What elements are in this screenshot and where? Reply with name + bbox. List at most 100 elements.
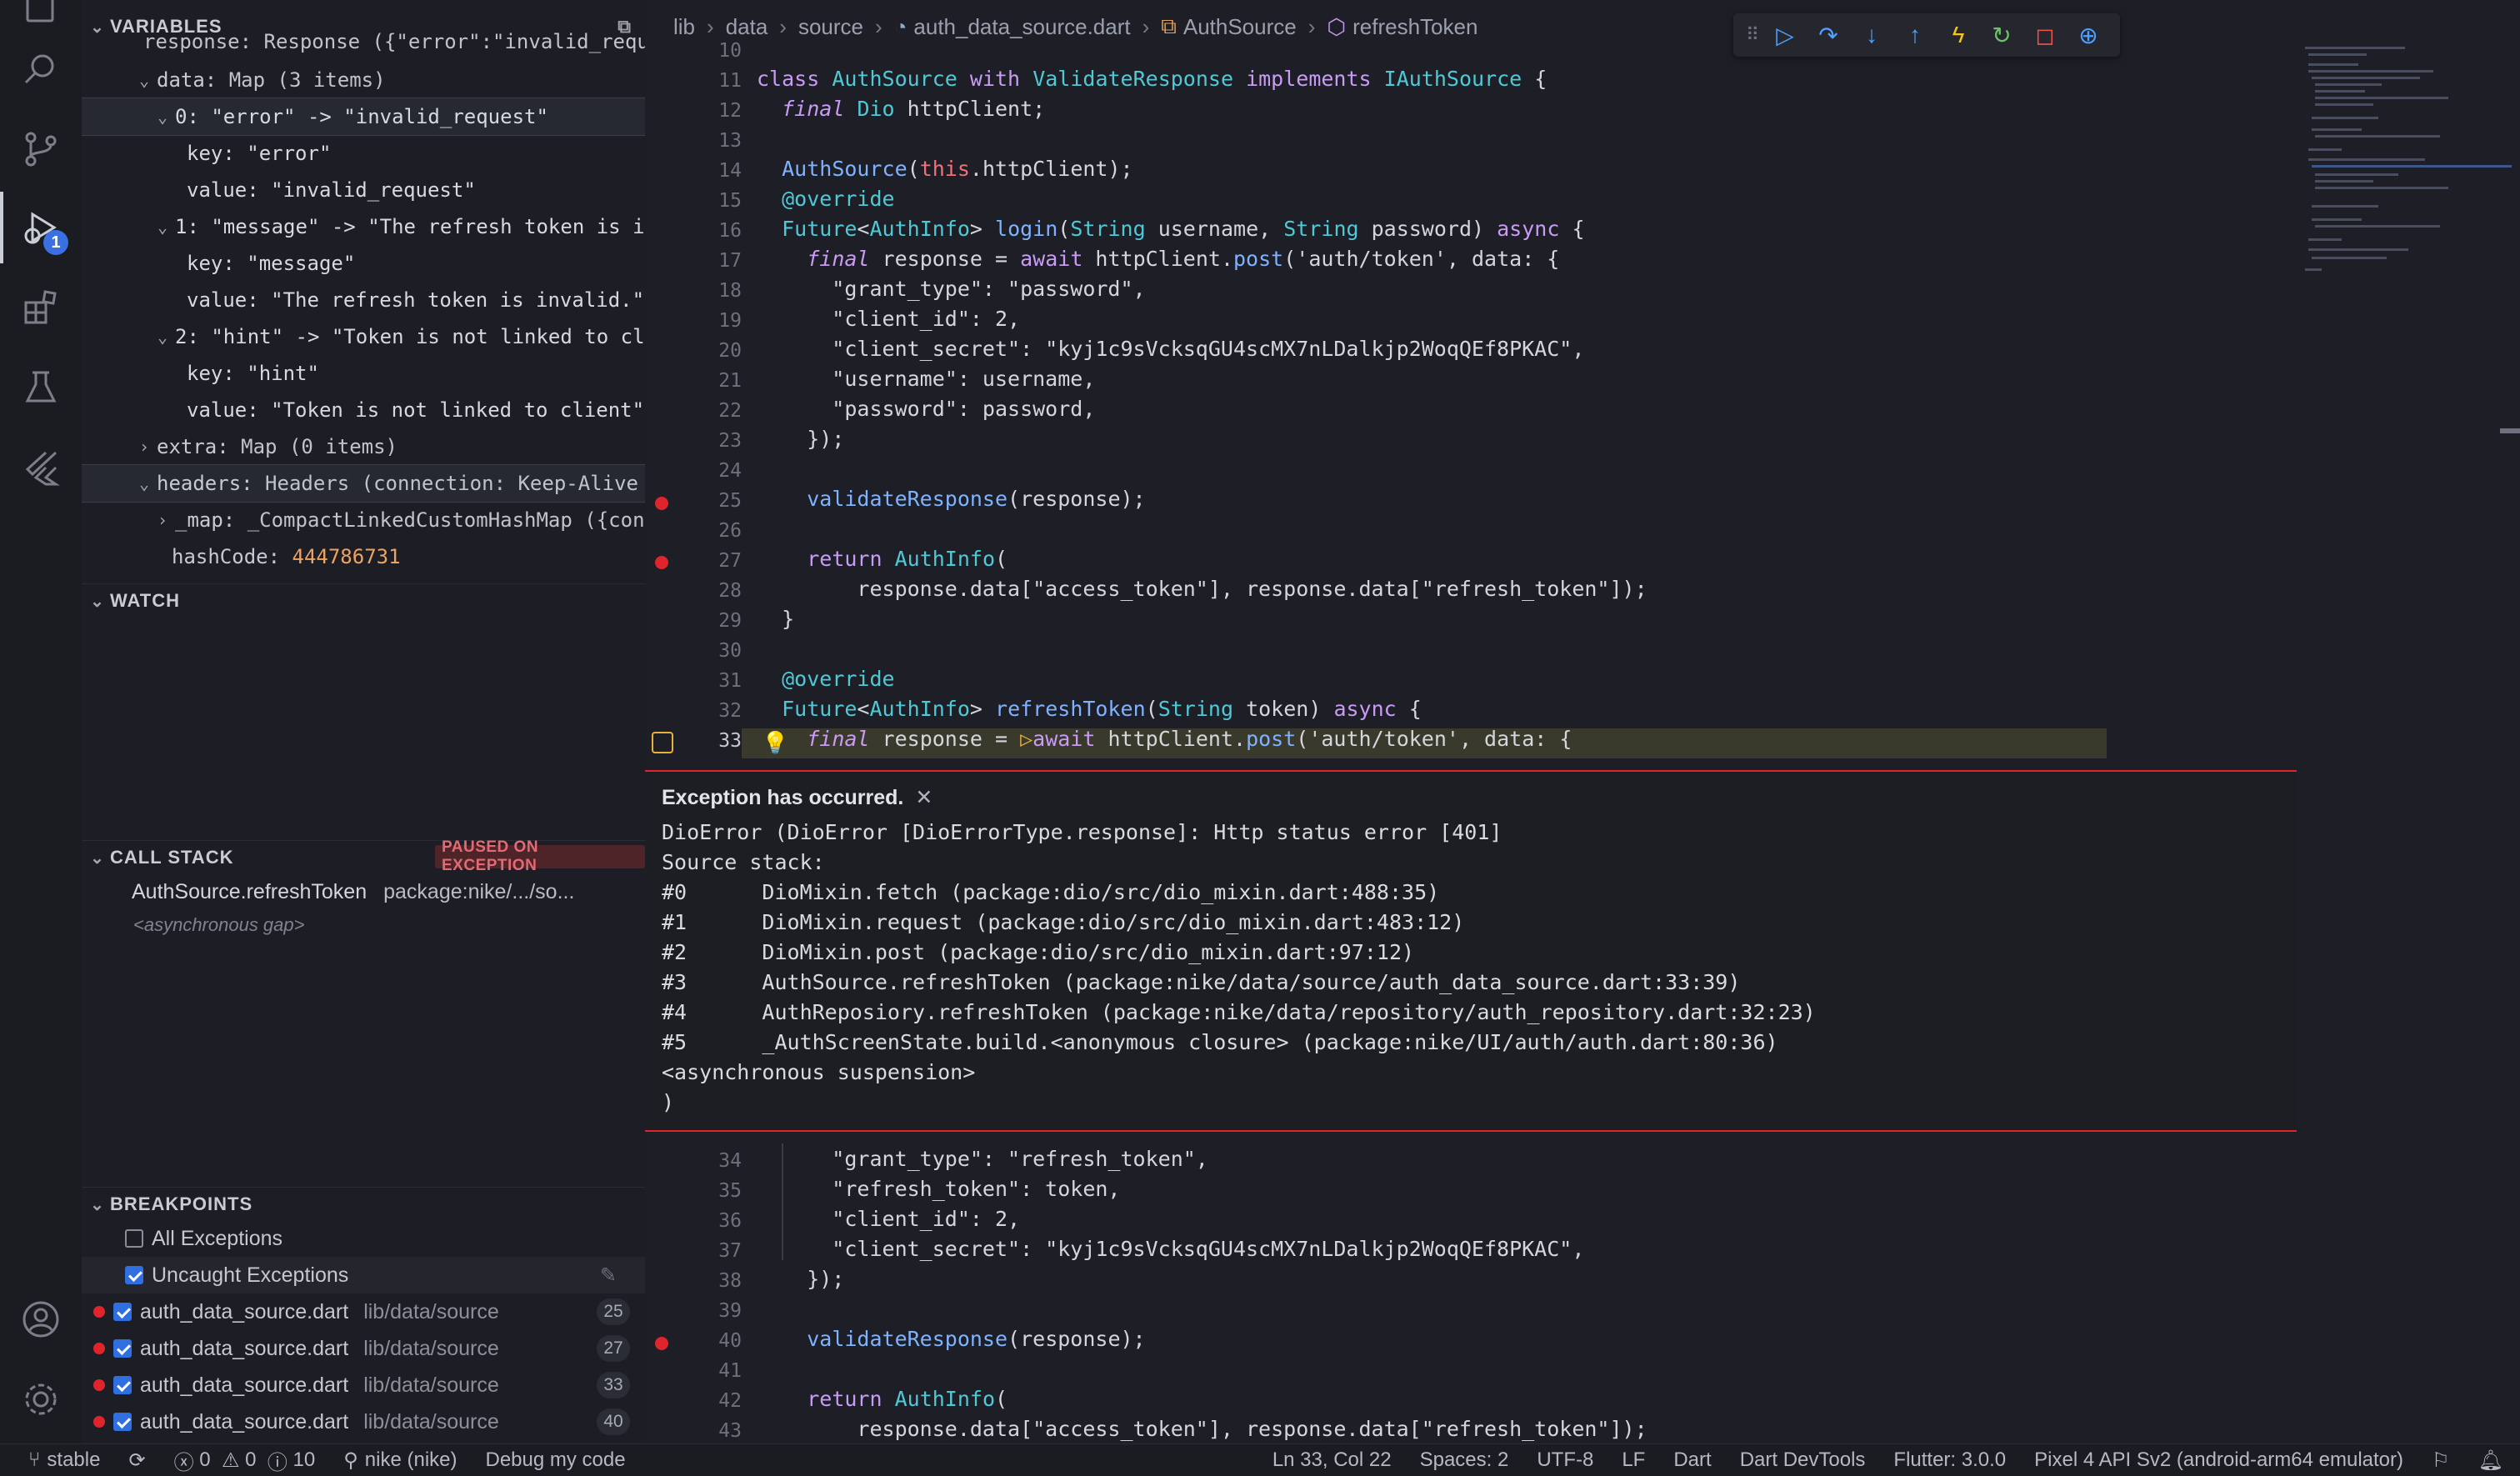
branch-name: stable [47, 1448, 101, 1471]
exception-line: #5 _AuthScreenState.build.<anonymous clo… [662, 1030, 1778, 1054]
line-number: 19 [718, 310, 742, 332]
headers-variable[interactable]: ⌄ headers: Headers (connection: Keep-Aliv… [82, 464, 645, 503]
minimap[interactable] [2297, 42, 2512, 292]
breakpoint-checkbox[interactable] [113, 1376, 132, 1394]
encoding[interactable]: UTF-8 [1537, 1448, 1593, 1472]
breakpoint-row[interactable]: auth_data_source.dart lib/data/source 25 [82, 1293, 645, 1330]
feedback-icon[interactable]: ⚐ [2432, 1448, 2450, 1473]
cursor-position[interactable]: Ln 33, Col 22 [1272, 1448, 1392, 1472]
breakpoint-file: auth_data_source.dart [140, 1373, 349, 1397]
response-variable-text: response: Response ({"error":"invalid_re… [143, 30, 645, 53]
hashcode-value: 444786731 [292, 545, 401, 568]
line-number: 18 [718, 280, 742, 302]
breakpoint-marker-icon[interactable] [655, 497, 668, 510]
step-into-icon[interactable]: ↓ [1850, 13, 1893, 57]
close-icon[interactable]: ✕ [915, 786, 932, 809]
exception-line: DioError (DioError [DioErrorType.respons… [662, 820, 1502, 844]
line-number: 17 [718, 250, 742, 272]
watch-title: WATCH [110, 590, 181, 611]
exception-line: #2 DioMixin.post (package:dio/src/dio_mi… [662, 940, 1415, 964]
all-exceptions-row[interactable]: All Exceptions [82, 1220, 645, 1257]
map-variable-value: _CompactLinkedCustomHashMap ({connec... [247, 508, 645, 532]
debug-my-code[interactable]: Debug my code [486, 1448, 626, 1472]
line-number: 32 [718, 700, 742, 722]
breadcrumb-item[interactable]: lib [673, 14, 695, 40]
uncaught-exceptions-row[interactable]: Uncaught Exceptions ✎ [82, 1257, 645, 1293]
breadcrumb-item[interactable]: refreshToken [1352, 14, 1478, 40]
map-variable[interactable]: › _map: _CompactLinkedCustomHashMap ({con… [82, 502, 645, 538]
search-icon[interactable] [18, 47, 63, 92]
entry-0-key[interactable]: key: "error" [82, 135, 645, 172]
entry-2[interactable]: ⌄ 2: "hint" -> "Token is not linked to cl… [82, 318, 645, 355]
breadcrumb-item[interactable]: data [726, 14, 768, 40]
entry-1-value[interactable]: value: "The refresh token is invalid." [82, 282, 645, 318]
account-icon[interactable] [18, 1297, 63, 1342]
breakpoint-checkbox[interactable] [113, 1339, 132, 1358]
settings-gear-icon[interactable] [18, 1377, 63, 1422]
response-variable[interactable]: response: Response ({"error":"invalid_re… [82, 28, 645, 53]
entry-0-value[interactable]: value: "invalid_request" [82, 172, 645, 208]
breakpoints-header[interactable]: ⌄ BREAKPOINTS [82, 1187, 645, 1221]
warning-icon: ⚠ [221, 1448, 240, 1472]
stack-frame-name: AuthSource.refreshToken [132, 879, 368, 903]
entry-0-key-text: key: "error" [187, 142, 332, 165]
indentation[interactable]: Spaces: 2 [1420, 1448, 1509, 1472]
notifications-bell-icon[interactable]: 🔔︎ [2478, 1448, 2503, 1473]
breadcrumb-item[interactable]: AuthSource [1183, 14, 1297, 40]
restart-icon[interactable]: ↻ [1980, 13, 2023, 57]
entry-1[interactable]: ⌄ 1: "message" -> "The refresh token is i… [82, 208, 645, 245]
source-control-icon[interactable] [18, 127, 63, 172]
project-item[interactable]: ⚲ nike (nike) [343, 1448, 457, 1473]
scrollbar-thumb[interactable] [2500, 428, 2520, 433]
data-variable[interactable]: ⌄ data: Map (3 items) [82, 62, 645, 98]
end-of-line[interactable]: LF [1622, 1448, 1645, 1472]
entry-0[interactable]: ⌄ 0: "error" -> "invalid_request" [82, 98, 645, 136]
entry-2-key[interactable]: key: "hint" [82, 355, 645, 392]
code-editor[interactable]: lib › data › source › ◔ auth_data_source.dar… [645, 0, 2520, 1443]
breakpoint-checkbox[interactable] [113, 1413, 132, 1431]
exception-line: #4 AuthReposiory.refreshToken (package:n… [662, 1000, 1816, 1024]
breakpoint-row[interactable]: auth_data_source.dart lib/data/source 40 [82, 1403, 645, 1440]
branch-item[interactable]: ⑂ stable [28, 1448, 100, 1472]
stop-icon[interactable]: ◻ [2023, 13, 2067, 57]
map-variable-name: _map: [175, 508, 236, 532]
step-out-icon[interactable]: ↑ [1893, 13, 1937, 57]
testing-icon[interactable] [18, 365, 63, 410]
entry-1-key[interactable]: key: "message" [82, 245, 645, 282]
all-exceptions-checkbox[interactable] [125, 1229, 143, 1248]
sync-icon[interactable]: ⟳ [128, 1448, 145, 1473]
uncaught-exceptions-checkbox[interactable] [125, 1266, 143, 1284]
continue-icon[interactable]: ▷ [1763, 13, 1807, 57]
entry-2-value[interactable]: value: "Token is not linked to client" [82, 392, 645, 428]
breakpoint-file: auth_data_source.dart [140, 1409, 349, 1433]
step-over-icon[interactable]: ↷ [1807, 13, 1850, 57]
language-mode[interactable]: Dart [1673, 1448, 1711, 1472]
flutter-version[interactable]: Flutter: 3.0.0 [1893, 1448, 2006, 1472]
breakpoint-row[interactable]: auth_data_source.dart lib/data/source 33 [82, 1367, 645, 1403]
line-number: 39 [718, 1300, 742, 1322]
breakpoint-dot-icon [93, 1379, 105, 1391]
stack-frame[interactable]: AuthSource.refreshToken package:nike/.../… [82, 873, 645, 910]
device-selector[interactable]: Pixel 4 API Sv2 (android-arm64 emulator) [2034, 1448, 2403, 1472]
breadcrumb-item[interactable]: auth_data_source.dart [913, 14, 1130, 40]
extensions-icon[interactable] [18, 285, 63, 330]
breakpoint-marker-icon[interactable] [655, 556, 668, 569]
edit-condition-icon[interactable]: ✎ [600, 1263, 617, 1288]
breakpoint-marker-icon[interactable] [655, 1337, 668, 1350]
watch-header[interactable]: ⌄ WATCH [82, 583, 645, 618]
hashcode-variable[interactable]: hashCode: 444786731 [82, 538, 645, 575]
flutter-icon[interactable] [18, 445, 63, 490]
line-number: 13 [718, 130, 742, 152]
line-number: 37 [718, 1240, 742, 1262]
explorer-icon[interactable] [18, 0, 63, 28]
breakpoint-checkbox[interactable] [113, 1303, 132, 1321]
inspect-widget-icon[interactable]: ⊕ [2067, 13, 2110, 57]
breakpoint-row[interactable]: auth_data_source.dart lib/data/source 27 [82, 1330, 645, 1367]
drag-handle-icon[interactable]: ⠿ [1742, 13, 1763, 57]
hot-reload-icon[interactable]: ϟ [1937, 13, 1980, 57]
extra-variable[interactable]: › extra: Map (0 items) [82, 428, 645, 465]
breadcrumb-item[interactable]: source [798, 14, 863, 40]
dart-devtools[interactable]: Dart DevTools [1740, 1448, 1866, 1472]
uncaught-exceptions-label: Uncaught Exceptions [152, 1263, 349, 1287]
problems-item[interactable]: ⓧ 0 ⚠ 0 ⓘ 10 [174, 1446, 316, 1475]
